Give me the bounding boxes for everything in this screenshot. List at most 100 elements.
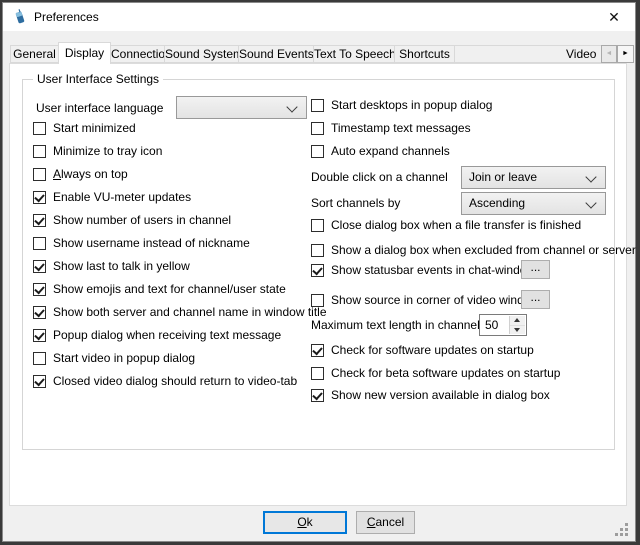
language-row: User interface language bbox=[36, 96, 163, 119]
checkbox-row-username-instead-nickname[interactable]: Show username instead of nickname bbox=[33, 234, 250, 252]
checkbox-row-excluded-dialog[interactable]: Show a dialog box when excluded from cha… bbox=[311, 241, 636, 259]
chevron-down-icon bbox=[585, 171, 596, 182]
sort-by-label-row: Sort channels by bbox=[311, 194, 400, 212]
checkbox-row-video-source-corner[interactable]: Show source in corner of video window bbox=[311, 291, 539, 309]
checkbox-row-desktops-popup[interactable]: Start desktops in popup dialog bbox=[311, 96, 492, 114]
checkbox-row-start-minimized[interactable]: Start minimized bbox=[33, 119, 136, 137]
checkbox[interactable] bbox=[311, 219, 324, 232]
ok-button[interactable]: Ok bbox=[263, 511, 347, 534]
close-icon: ✕ bbox=[608, 9, 620, 25]
double-click-value: Join or leave bbox=[469, 170, 537, 184]
cancel-button[interactable]: Cancel bbox=[356, 511, 415, 534]
checkbox-row-check-beta-updates[interactable]: Check for beta software updates on start… bbox=[311, 364, 560, 382]
checkbox[interactable] bbox=[33, 122, 46, 135]
checkbox-label: Show number of users in channel bbox=[53, 213, 231, 227]
tab-shortcuts[interactable]: Shortcuts bbox=[394, 45, 455, 63]
checkbox-row-video-popup[interactable]: Start video in popup dialog bbox=[33, 349, 195, 367]
checkbox[interactable] bbox=[33, 168, 46, 181]
sort-by-label: Sort channels by bbox=[311, 196, 400, 210]
checkbox[interactable] bbox=[33, 283, 46, 296]
checkbox-row-statusbar-events[interactable]: Show statusbar events in chat-window bbox=[311, 261, 535, 279]
checkbox[interactable] bbox=[33, 191, 46, 204]
checkbox-label: Start desktops in popup dialog bbox=[331, 98, 492, 112]
close-button[interactable]: ✕ bbox=[599, 5, 629, 29]
resize-grip[interactable] bbox=[625, 533, 628, 536]
tab-sound-system[interactable]: Sound System bbox=[164, 45, 239, 63]
checkbox-label: Start minimized bbox=[53, 121, 136, 135]
double-click-label: Double click on a channel bbox=[311, 170, 448, 184]
checkbox[interactable] bbox=[33, 329, 46, 342]
checkbox[interactable] bbox=[311, 344, 324, 357]
checkbox[interactable] bbox=[33, 237, 46, 250]
groupbox-title: User Interface Settings bbox=[33, 72, 163, 86]
checkbox[interactable] bbox=[311, 367, 324, 380]
preferences-dialog: Preferences ✕ General Display Connection… bbox=[2, 2, 636, 542]
language-select[interactable] bbox=[176, 96, 307, 119]
checkbox-row-last-to-talk[interactable]: Show last to talk in yellow bbox=[33, 257, 190, 275]
tab-text-to-speech[interactable]: Text To Speech bbox=[313, 45, 395, 63]
checkbox-row-vu-meter[interactable]: Enable VU-meter updates bbox=[33, 188, 191, 206]
checkbox[interactable] bbox=[33, 306, 46, 319]
checkbox-row-minimize-to-tray[interactable]: Minimize to tray icon bbox=[33, 142, 162, 160]
checkbox-label: Close dialog box when a file transfer is… bbox=[331, 218, 581, 232]
tab-display[interactable]: Display bbox=[58, 42, 111, 64]
tab-scroll-right-button[interactable]: ► bbox=[617, 45, 634, 63]
video-source-browse-button[interactable]: ... bbox=[521, 290, 550, 309]
checkbox-row-user-count[interactable]: Show number of users in channel bbox=[33, 211, 231, 229]
checkbox[interactable] bbox=[311, 145, 324, 158]
arrow-left-icon: ◄ bbox=[606, 50, 613, 57]
double-click-select[interactable]: Join or leave bbox=[461, 166, 606, 189]
checkbox-row-close-on-transfer[interactable]: Close dialog box when a file transfer is… bbox=[311, 216, 581, 234]
title-bar: Preferences ✕ bbox=[3, 3, 635, 31]
checkbox[interactable] bbox=[311, 389, 324, 402]
max-text-length-label: Maximum text length in channel list bbox=[311, 318, 498, 332]
sort-by-select[interactable]: Ascending bbox=[461, 192, 606, 215]
checkbox-row-closed-video-return[interactable]: Closed video dialog should return to vid… bbox=[33, 372, 297, 390]
max-text-length-row: Maximum text length in channel list bbox=[311, 316, 498, 334]
checkbox[interactable] bbox=[33, 352, 46, 365]
checkbox-row-check-updates[interactable]: Check for software updates on startup bbox=[311, 341, 534, 359]
checkbox-label: Show emojis and text for channel/user st… bbox=[53, 282, 286, 296]
spin-buttons bbox=[509, 316, 525, 334]
checkbox-label: Enable VU-meter updates bbox=[53, 190, 191, 204]
arrow-right-icon: ► bbox=[622, 50, 629, 57]
checkbox[interactable] bbox=[33, 214, 46, 227]
checkbox-row-emojis[interactable]: Show emojis and text for channel/user st… bbox=[33, 280, 286, 298]
checkbox-label: Check for software updates on startup bbox=[331, 343, 534, 357]
checkbox[interactable] bbox=[311, 122, 324, 135]
checkbox-label: Show both server and channel name in win… bbox=[53, 305, 327, 319]
language-label: User interface language bbox=[36, 101, 163, 115]
checkbox[interactable] bbox=[311, 264, 324, 277]
window-title: Preferences bbox=[34, 3, 99, 31]
checkbox[interactable] bbox=[33, 375, 46, 388]
tab-connection[interactable]: Connection bbox=[110, 45, 165, 63]
checkbox-label: Show source in corner of video window bbox=[331, 293, 539, 307]
checkbox-row-always-on-top[interactable]: Always on top bbox=[33, 165, 128, 183]
checkbox-label: Closed video dialog should return to vid… bbox=[53, 374, 297, 388]
checkbox-row-popup-text-message[interactable]: Popup dialog when receiving text message bbox=[33, 326, 281, 344]
checkbox[interactable] bbox=[33, 145, 46, 158]
max-text-length-spinbox[interactable]: 50 bbox=[479, 314, 527, 336]
checkbox-label: Auto expand channels bbox=[331, 144, 450, 158]
checkbox-row-timestamp[interactable]: Timestamp text messages bbox=[311, 119, 471, 137]
checkbox-label: Show new version available in dialog box bbox=[331, 388, 550, 402]
checkbox-row-auto-expand[interactable]: Auto expand channels bbox=[311, 142, 450, 160]
checkbox-row-new-version-dialog[interactable]: Show new version available in dialog box bbox=[311, 386, 550, 404]
checkbox[interactable] bbox=[311, 244, 324, 257]
checkbox-label: Minimize to tray icon bbox=[53, 144, 162, 158]
checkbox[interactable] bbox=[311, 294, 324, 307]
checkbox[interactable] bbox=[311, 99, 324, 112]
chevron-down-icon bbox=[585, 197, 596, 208]
tab-general[interactable]: General bbox=[10, 45, 59, 63]
checkbox-row-window-title[interactable]: Show both server and channel name in win… bbox=[33, 303, 327, 321]
checkbox[interactable] bbox=[33, 260, 46, 273]
spin-down-icon[interactable] bbox=[510, 325, 525, 334]
checkbox-label: Show statusbar events in chat-window bbox=[331, 263, 535, 277]
statusbar-events-browse-button[interactable]: ... bbox=[521, 260, 550, 279]
chevron-down-icon bbox=[286, 101, 297, 112]
tab-sound-events[interactable]: Sound Events bbox=[238, 45, 314, 63]
max-text-length-input[interactable]: 50 bbox=[485, 315, 498, 335]
sort-by-value: Ascending bbox=[469, 196, 525, 210]
tab-scroll-left-button[interactable]: ◄ bbox=[601, 45, 617, 63]
checkbox-label: Check for beta software updates on start… bbox=[331, 366, 560, 380]
